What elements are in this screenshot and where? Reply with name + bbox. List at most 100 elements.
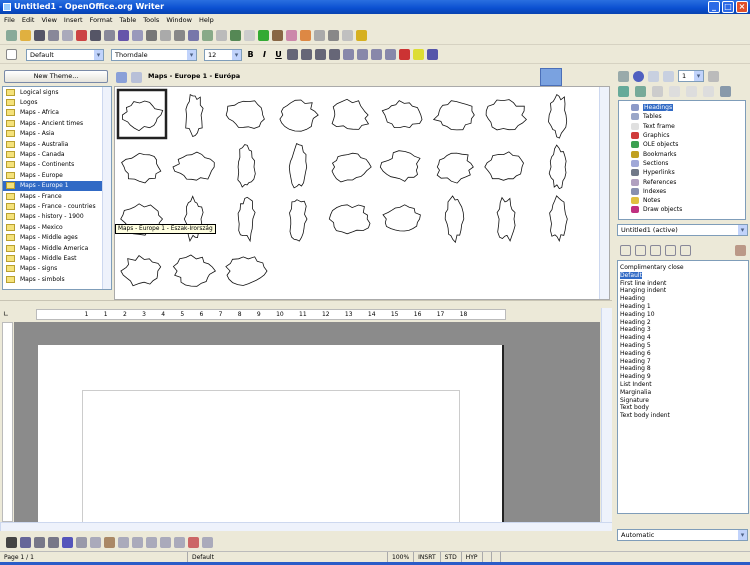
bold-button[interactable]: B [245, 50, 256, 59]
list-box-icon[interactable] [618, 86, 629, 97]
map-thumbnail[interactable] [496, 196, 516, 242]
list-styles-icon[interactable] [680, 245, 691, 256]
toolbar-icon-24[interactable] [328, 30, 339, 41]
map-thumbnail[interactable] [379, 150, 421, 182]
map-thumbnail[interactable] [485, 99, 527, 131]
format-icon-4[interactable] [329, 49, 340, 60]
navigator-item[interactable]: Draw objects [619, 205, 745, 214]
map-thumbnail[interactable] [172, 254, 216, 287]
toolbar-icon-8[interactable] [104, 30, 115, 41]
drag-mode-icon[interactable] [708, 70, 719, 82]
format-icon-5[interactable] [343, 49, 354, 60]
toolbar-icon-18[interactable] [244, 30, 255, 41]
navigator-item[interactable]: Text frame [619, 122, 745, 131]
style-item[interactable]: Hanging indent [618, 287, 748, 295]
format-icon-3[interactable] [315, 49, 326, 60]
style-item[interactable]: Default [618, 271, 748, 280]
drawing-icon-12[interactable] [160, 536, 171, 548]
menu-format[interactable]: Format [90, 16, 113, 24]
map-thumbnail[interactable] [172, 151, 215, 181]
theme-item[interactable]: Maps - Canada [3, 149, 111, 159]
minimize-button[interactable]: _ [708, 1, 720, 13]
theme-item[interactable]: Maps - France - countries [3, 201, 111, 211]
reminder-icon[interactable] [652, 86, 663, 97]
map-thumbnail[interactable] [279, 99, 319, 132]
splitter[interactable] [0, 300, 612, 306]
map-thumbnail[interactable] [436, 152, 474, 184]
style-item[interactable]: Heading 6 [618, 350, 748, 358]
toolbar-icon-20[interactable] [272, 30, 283, 41]
toolbar-icon-25[interactable] [342, 30, 353, 41]
navigator-item[interactable]: Indexes [619, 187, 745, 196]
menu-help[interactable]: Help [199, 16, 214, 24]
gallery-scrollbar[interactable] [599, 87, 609, 299]
theme-item[interactable]: Maps - signs [3, 264, 111, 274]
menu-file[interactable]: File [4, 16, 15, 24]
style-item[interactable]: Heading 5 [618, 342, 748, 350]
theme-item[interactable]: Maps - Australia [3, 139, 111, 149]
drawing-icon-1[interactable] [6, 536, 17, 548]
drawing-icon-7[interactable] [90, 536, 101, 548]
format-icon-6[interactable] [357, 49, 368, 60]
theme-item[interactable]: Maps - Europe [3, 170, 111, 180]
next-icon[interactable] [663, 70, 674, 82]
navigator-item[interactable]: References [619, 177, 745, 186]
frame-styles-icon[interactable] [650, 245, 661, 256]
map-thumbnail[interactable] [122, 100, 164, 132]
navigator-item[interactable]: Headings [619, 103, 745, 112]
font-size-select[interactable]: 12 [204, 48, 242, 61]
horizontal-ruler[interactable]: 1 1 2 3 4 5 6 7 8 9 10 11 12 13 14 15 16 17 18 [36, 309, 506, 320]
theme-item[interactable]: Maps - France [3, 191, 111, 201]
format-icon-10[interactable] [413, 49, 424, 60]
document-select[interactable]: Untitled1 (active) [617, 224, 748, 236]
drawing-icon-11[interactable] [146, 536, 157, 548]
toolbar-icon-17[interactable] [230, 30, 241, 41]
vertical-scrollbar[interactable] [601, 308, 612, 522]
map-thumbnail[interactable] [328, 204, 371, 235]
drawing-icon-9[interactable] [118, 536, 129, 548]
map-thumbnail[interactable] [225, 100, 265, 129]
map-thumbnail[interactable] [381, 100, 423, 129]
map-thumbnail[interactable] [548, 93, 568, 139]
theme-item[interactable]: Maps - simbols [3, 274, 111, 284]
drawing-icon-5[interactable] [62, 536, 73, 548]
italic-button[interactable]: I [259, 50, 270, 59]
drawing-icon-13[interactable] [174, 536, 185, 548]
theme-item[interactable]: Maps - Africa [3, 108, 111, 118]
page-number-field[interactable]: 1 [678, 70, 704, 82]
footer-icon[interactable] [686, 86, 697, 97]
map-thumbnail[interactable] [382, 204, 421, 232]
tab-stop-icon[interactable]: ∟ [3, 310, 9, 318]
style-item[interactable]: Heading 4 [618, 334, 748, 342]
previous-icon[interactable] [648, 70, 659, 82]
map-thumbnail[interactable] [288, 143, 308, 189]
navigator-toggle-icon[interactable] [618, 70, 629, 82]
style-item[interactable]: Complimentary close [618, 264, 748, 272]
drawing-icon-3[interactable] [34, 536, 45, 548]
map-thumbnail[interactable] [484, 151, 524, 181]
drawing-icon-4[interactable] [48, 536, 59, 548]
content-view-icon[interactable] [635, 86, 646, 97]
map-thumbnail[interactable] [548, 144, 567, 190]
toolbar-icon-3[interactable] [34, 30, 45, 41]
navigator-item[interactable]: Sections [619, 159, 745, 168]
menu-tools[interactable]: Tools [143, 16, 159, 24]
drawing-icon-6[interactable] [76, 536, 87, 548]
fill-format-icon[interactable] [735, 245, 746, 256]
header-icon[interactable] [669, 86, 680, 97]
map-thumbnail[interactable] [549, 195, 568, 242]
drawing-icon-10[interactable] [132, 536, 143, 548]
toolbar-icon-5[interactable] [62, 30, 73, 41]
detail-view-button[interactable] [131, 72, 142, 83]
theme-item[interactable]: Maps - Mexico [3, 222, 111, 232]
style-item[interactable]: Heading 7 [618, 358, 748, 366]
style-item[interactable]: Text body indent [618, 412, 748, 420]
map-thumbnail[interactable] [237, 144, 256, 188]
menu-edit[interactable]: Edit [22, 16, 35, 24]
map-thumbnail[interactable] [289, 199, 308, 242]
format-icon-7[interactable] [371, 49, 382, 60]
style-item[interactable]: Heading 3 [618, 326, 748, 334]
heading-levels-icon[interactable] [720, 86, 731, 97]
icon-view-button[interactable] [116, 72, 127, 83]
map-thumbnail[interactable] [237, 196, 256, 243]
